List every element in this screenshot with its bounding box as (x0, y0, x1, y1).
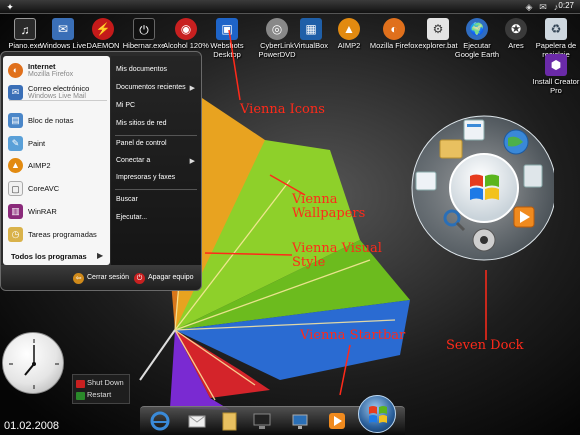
mail-icon[interactable] (187, 411, 207, 431)
date-label: 01.02.2008 (4, 420, 60, 432)
dock-item-explorer[interactable] (463, 119, 485, 141)
hibernate-icon: ⏻ (133, 18, 155, 40)
virtualbox-icon: ▦ (300, 18, 322, 40)
piano-icon: ♫ (14, 18, 36, 40)
coreavc-icon: ▢ (8, 181, 23, 196)
separator (9, 100, 107, 101)
annotation-vienna-icons: Vienna Icons (240, 102, 325, 117)
start-menu-link-my-documents[interactable]: Mis documentos (116, 66, 167, 73)
shutdown-link[interactable]: Shut Down (87, 378, 124, 387)
dock-item-documents[interactable] (439, 139, 463, 159)
start-menu: ◐ Internet Mozilla Firefox ✉ Correo elec… (0, 51, 202, 291)
system-tray-icon[interactable]: ✉ (538, 2, 548, 12)
desktop-icon-webshots[interactable]: ▣ Webshots Desktop (201, 18, 253, 59)
seven-dock (411, 115, 554, 261)
notepad-icon: ▤ (8, 113, 23, 128)
mail-icon: ✉ (8, 85, 23, 100)
aimp2-icon: ▲ (8, 158, 23, 173)
shutdown-icon (76, 380, 85, 388)
start-menu-link-printers[interactable]: Impresoras y faxes (116, 174, 175, 181)
dock-item-video[interactable] (472, 228, 496, 252)
start-menu-programs-pane: ◐ Internet Mozilla Firefox ✉ Correo elec… (3, 56, 110, 265)
clock: 0:27 (558, 1, 574, 10)
ares-icon: ✪ (505, 18, 527, 40)
start-menu-link-my-computer[interactable]: Mi PC (116, 102, 135, 109)
media-player-icon[interactable] (327, 411, 347, 431)
annotation-seven-dock: Seven Dock (446, 338, 524, 353)
shutdown-widget: Shut Down Restart (72, 374, 130, 404)
windows-logo-icon (369, 406, 387, 423)
desktop-icon-recycle-bin[interactable]: ♻ Papelera de reciclaje (530, 18, 580, 59)
windows-logo-icon[interactable]: ✦ (5, 2, 15, 12)
start-menu-link-search[interactable]: Buscar (116, 196, 138, 203)
separator (115, 135, 197, 136)
alcohol-icon: ◉ (175, 18, 197, 40)
logoff-button[interactable]: Cerrar sesión (87, 274, 129, 281)
start-menu-places-pane: Mis documentos Documentos recientes ▶ Mi… (111, 56, 201, 265)
separator (115, 189, 197, 190)
dock-item-properties[interactable] (415, 171, 437, 191)
logoff-icon[interactable]: ⇦ (73, 273, 84, 284)
chevron-right-icon: ▶ (189, 158, 195, 165)
annotation-vienna-visual-style: Vienna Visual Style (292, 241, 382, 270)
start-menu-item-scheduled-tasks[interactable]: ◷ Tareas programadas (6, 225, 110, 245)
winrar-icon: ▥ (8, 204, 23, 219)
computer-icon[interactable] (252, 411, 272, 431)
all-programs-button[interactable]: Todos los programas (11, 252, 87, 261)
annotation-vienna-startbar: Vienna Startbar (300, 328, 406, 343)
chevron-right-icon: ▶ (97, 251, 104, 260)
daemon-tools-icon: ⚡ (92, 18, 114, 40)
start-menu-item-coreavc[interactable]: ▢ CoreAVC (6, 179, 110, 199)
start-menu-item-aimp2[interactable]: ▲ AIMP2 (6, 156, 110, 176)
dock-center-orb[interactable] (449, 153, 519, 223)
system-tray-icon[interactable]: ◈ (524, 2, 534, 12)
chevron-right-icon: ▶ (189, 85, 195, 92)
dock-item-recycle-bin[interactable] (523, 164, 543, 188)
install-creator-icon: ⬢ (545, 54, 567, 76)
webshots-icon: ▣ (216, 18, 238, 40)
clock-face-icon (9, 339, 59, 389)
batch-file-icon: ⚙ (427, 18, 449, 40)
start-menu-link-recent-documents[interactable]: Documentos recientes (116, 84, 186, 91)
top-bar: ✦ ◈ ✉ ♪ 0:27 (0, 0, 580, 14)
power-icon[interactable]: ⏻ (134, 273, 145, 284)
paint-icon: ✎ (8, 136, 23, 151)
start-menu-item-notepad[interactable]: ▤ Bloc de notas (6, 111, 110, 131)
recycle-bin-icon: ♻ (545, 18, 567, 40)
restart-link[interactable]: Restart (87, 390, 111, 399)
aimp2-icon: ▲ (338, 18, 360, 40)
start-menu-link-control-panel[interactable]: Panel de control (116, 140, 167, 147)
start-menu-link-run[interactable]: Ejecutar... (116, 214, 147, 221)
folder-icon[interactable] (220, 411, 240, 431)
start-menu-link-network-places[interactable]: Mis sitios de red (116, 120, 167, 127)
clock-gadget[interactable] (2, 332, 64, 394)
start-menu-link-connect-to[interactable]: Conectar a (116, 157, 150, 164)
shutdown-button[interactable]: Apagar equipo (148, 274, 194, 281)
firefox-icon: ◐ (383, 18, 405, 40)
dock-item-globe[interactable] (503, 129, 529, 155)
firefox-icon: ◐ (8, 63, 23, 78)
start-menu-power-bar: ⇦ Cerrar sesión ⏻ Apagar equipo (1, 265, 201, 290)
start-menu-item-winrar[interactable]: ▥ WinRAR (6, 202, 110, 222)
restart-icon (76, 392, 85, 400)
folder-clock-icon: ◷ (8, 227, 23, 242)
mail-icon: ✉ (52, 18, 74, 40)
start-menu-item-paint[interactable]: ✎ Paint (6, 134, 110, 154)
desktop-icon-install-creator[interactable]: ⬢ Install Creator Pro (530, 54, 580, 95)
start-menu-item-internet[interactable]: ◐ Internet Mozilla Firefox (6, 61, 110, 81)
google-earth-icon: 🌍 (466, 18, 488, 40)
annotation-vienna-wallpapers: Vienna Wallpapers (292, 192, 366, 221)
dock-item-media-player[interactable] (513, 206, 535, 228)
monitor-icon[interactable] (290, 411, 310, 431)
internet-explorer-icon[interactable] (150, 411, 170, 431)
start-button[interactable] (358, 395, 396, 433)
